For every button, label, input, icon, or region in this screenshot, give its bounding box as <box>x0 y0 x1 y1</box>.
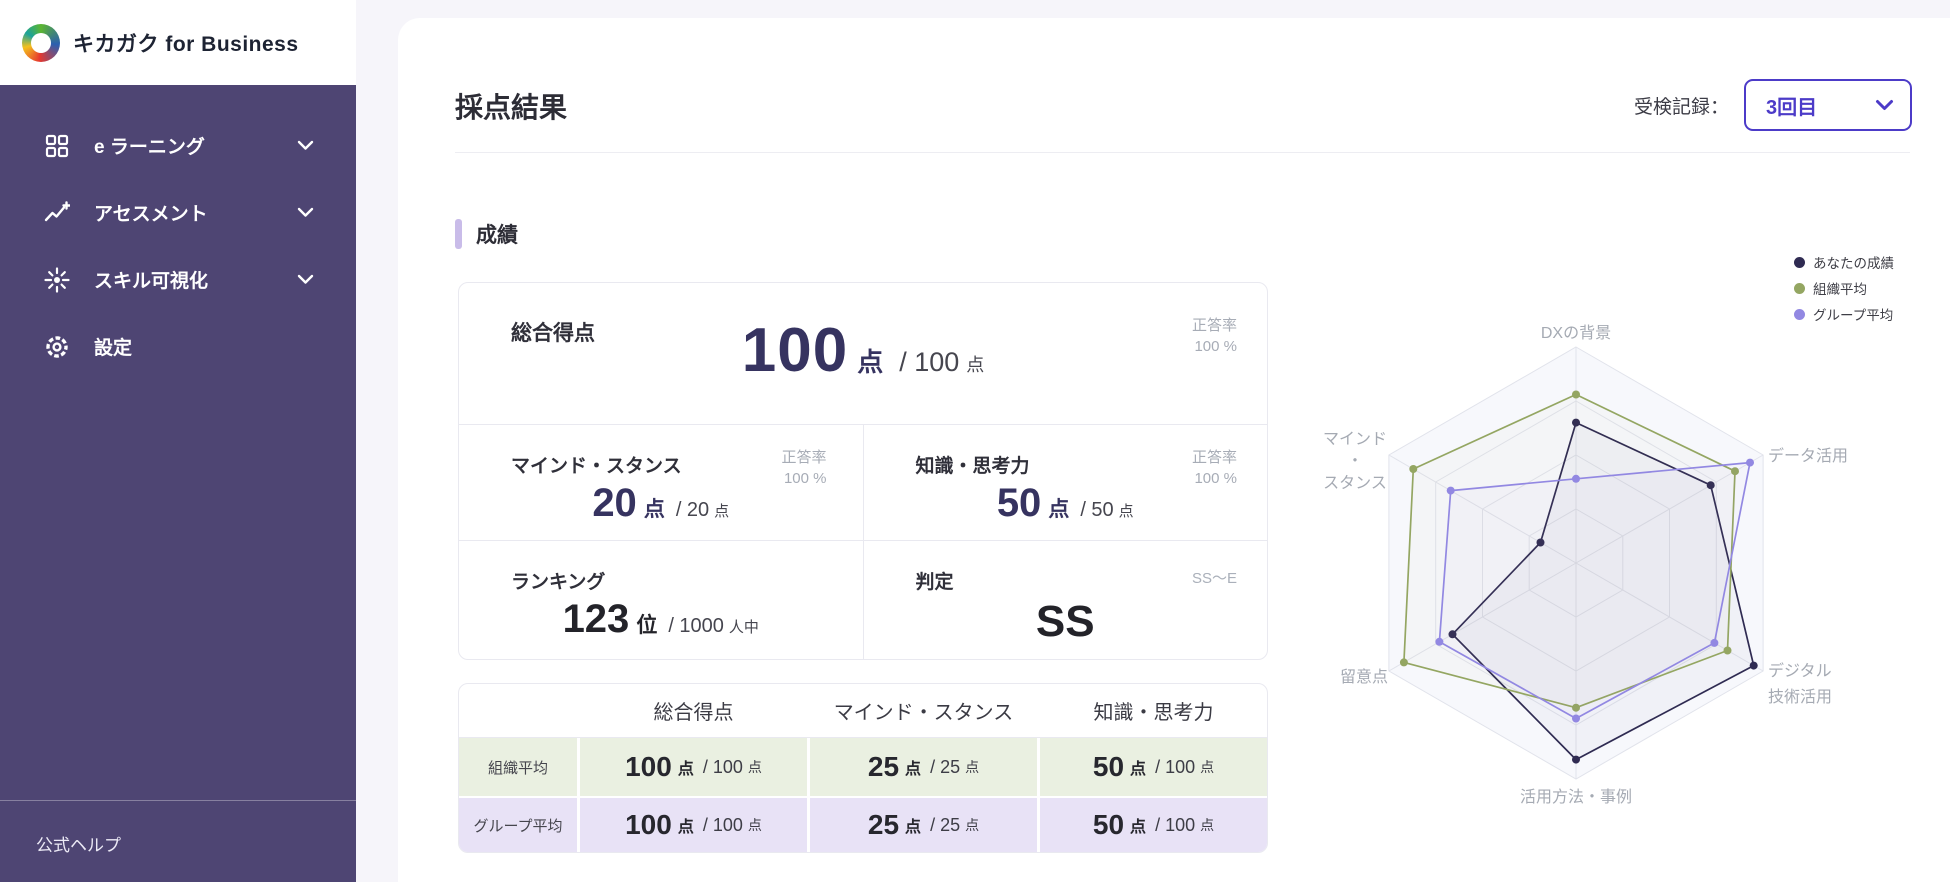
svg-text:データ活用: データ活用 <box>1768 446 1848 465</box>
brand-header: キカガク for Business <box>0 0 356 85</box>
trend-icon <box>44 200 70 226</box>
sidebar-footer: 公式ヘルプ <box>0 800 356 882</box>
kikagaku-logo-icon <box>22 23 60 62</box>
table-header-mind: マインド・スタンス <box>807 684 1037 737</box>
mind-stance-cell: マインド・スタンス 正答率 100 % 20 点/ 20 点 <box>459 425 864 540</box>
table-row-org-average: 組織平均 100 点/ 100 点 25 点/ 25 点 50 点/ 100 点 <box>459 738 1267 796</box>
sidebar-item-skill-visualization[interactable]: スキル可視化 <box>0 246 356 313</box>
grade-cell: 判定 SS〜E SS <box>864 541 1268 659</box>
chevron-down-icon <box>297 140 314 151</box>
legend-dot-your-score <box>1794 256 1805 268</box>
official-help-link[interactable]: 公式ヘルプ <box>36 836 121 855</box>
table-cell: 25 点/ 25 点 <box>807 738 1037 796</box>
overall-score-value: 100 点/ 100 点 <box>741 316 985 385</box>
svg-text:技術活用: 技術活用 <box>1768 688 1832 706</box>
section-accent-bar <box>455 219 462 249</box>
main-panel: 採点結果 受検記録： 3回目 成績 総合得点 100 点/ 100 点 正答率 100… <box>398 18 1950 882</box>
knowledge-cell: 知識・思考力 正答率 100 % 50 点/ 50 点 <box>864 425 1268 540</box>
table-row-group-average: グループ平均 100 点/ 100 点 25 点/ 25 点 50 点/ 100 点 <box>459 796 1267 852</box>
exam-record-label: 受検記録： <box>1633 96 1729 118</box>
row-label: 組織平均 <box>487 759 548 777</box>
table-header-empty <box>459 684 577 737</box>
svg-text:デジタル: デジタル <box>1768 661 1832 680</box>
table-header-overall: 総合得点 <box>577 684 807 737</box>
table-header-row: 総合得点 マインド・スタンス 知識・思考力 <box>459 684 1267 738</box>
sidebar-item-label: アセスメント <box>94 204 208 225</box>
legend-item-your-score: あなたの成績 <box>1794 252 1894 272</box>
mind-stance-value: 20 点/ 20 点 <box>592 481 730 525</box>
exam-record-control: 受検記録： 3回目 <box>1634 79 1912 131</box>
svg-text:DXの背景: DXの背景 <box>1541 324 1611 342</box>
ranking-value: 123 位/ 1000 人中 <box>562 597 759 641</box>
table-cell: 50 点/ 100 点 <box>1037 738 1267 796</box>
svg-text:マインド: マインド <box>1323 431 1387 448</box>
grade-value: SS <box>1035 597 1095 646</box>
exam-record-value: 3回目 <box>1766 96 1818 119</box>
table-cell: 100 点/ 100 点 <box>577 738 807 796</box>
svg-text:スタンス: スタンス <box>1323 474 1387 492</box>
section-title: 成績 <box>476 224 518 247</box>
legend-dot-group-average <box>1794 308 1805 320</box>
chevron-down-icon <box>297 207 314 218</box>
overall-score-cell: 総合得点 100 点/ 100 点 正答率 100 % <box>459 283 1267 425</box>
sidebar-nav: e ラーニング アセスメント スキル可視化 設定 <box>0 85 356 882</box>
row-label: グループ平均 <box>473 817 563 835</box>
sparkle-icon <box>44 266 70 293</box>
grade-scale-note: SS〜E <box>1191 570 1237 587</box>
header-divider <box>455 152 1910 153</box>
sidebar-item-settings[interactable]: 設定 <box>0 313 356 380</box>
table-cell: 50 点/ 100 点 <box>1037 798 1267 852</box>
overall-accuracy: 正答率 100 % <box>1191 317 1237 355</box>
knowledge-label: 知識・思考力 <box>915 456 1030 477</box>
chevron-down-icon <box>297 274 314 285</box>
table-cell: 100 点/ 100 点 <box>577 798 807 852</box>
sidebar-item-label: e ラーニング <box>94 137 205 158</box>
chevron-down-icon <box>1875 99 1894 111</box>
svg-text:・: ・ <box>1347 453 1363 470</box>
grades-section-header: 成績 <box>455 219 518 249</box>
svg-text:活用方法・事例: 活用方法・事例 <box>1520 788 1632 806</box>
knowledge-value: 50 点/ 50 点 <box>996 481 1134 525</box>
ranking-label: ランキング <box>511 572 606 593</box>
svg-text:留意点: 留意点 <box>1340 667 1388 686</box>
brand-title: キカガク for Business <box>73 32 299 56</box>
sidebar: キカガク for Business e ラーニング アセスメント スキル可視化 … <box>0 0 356 882</box>
exam-record-dropdown[interactable]: 3回目 <box>1744 79 1912 131</box>
sidebar-item-elearning[interactable]: e ラーニング <box>0 112 356 179</box>
legend-dot-org-average <box>1794 282 1805 294</box>
sidebar-item-assessment[interactable]: アセスメント <box>0 179 356 246</box>
radar-chart: DXの背景データ活用デジタル技術活用活用方法・事例 留意点 マインド・スタンス あな… <box>1300 230 1950 870</box>
grid-icon <box>44 133 70 159</box>
sidebar-item-label: 設定 <box>94 338 133 359</box>
sidebar-item-label: スキル可視化 <box>94 271 209 292</box>
grade-label: 判定 <box>915 572 954 593</box>
chart-legend: あなたの成績 組織平均 グループ平均 <box>1794 252 1894 330</box>
table-header-knowledge: 知識・思考力 <box>1037 684 1267 737</box>
legend-item-org-average: 組織平均 <box>1794 278 1894 298</box>
page-title: 採点結果 <box>455 92 568 123</box>
ranking-cell: ランキング 123 位/ 1000 人中 <box>459 541 864 659</box>
gear-icon <box>44 334 70 360</box>
average-comparison-table: 総合得点 マインド・スタンス 知識・思考力 組織平均 100 点/ 100 点 25… <box>458 683 1268 853</box>
mind-stance-label: マインド・スタンス <box>511 456 682 477</box>
legend-item-group-average: グループ平均 <box>1794 304 1894 324</box>
score-card: 総合得点 100 点/ 100 点 正答率 100 % マインド・スタンス 正答率 10… <box>458 282 1268 660</box>
table-cell: 25 点/ 25 点 <box>807 798 1037 852</box>
